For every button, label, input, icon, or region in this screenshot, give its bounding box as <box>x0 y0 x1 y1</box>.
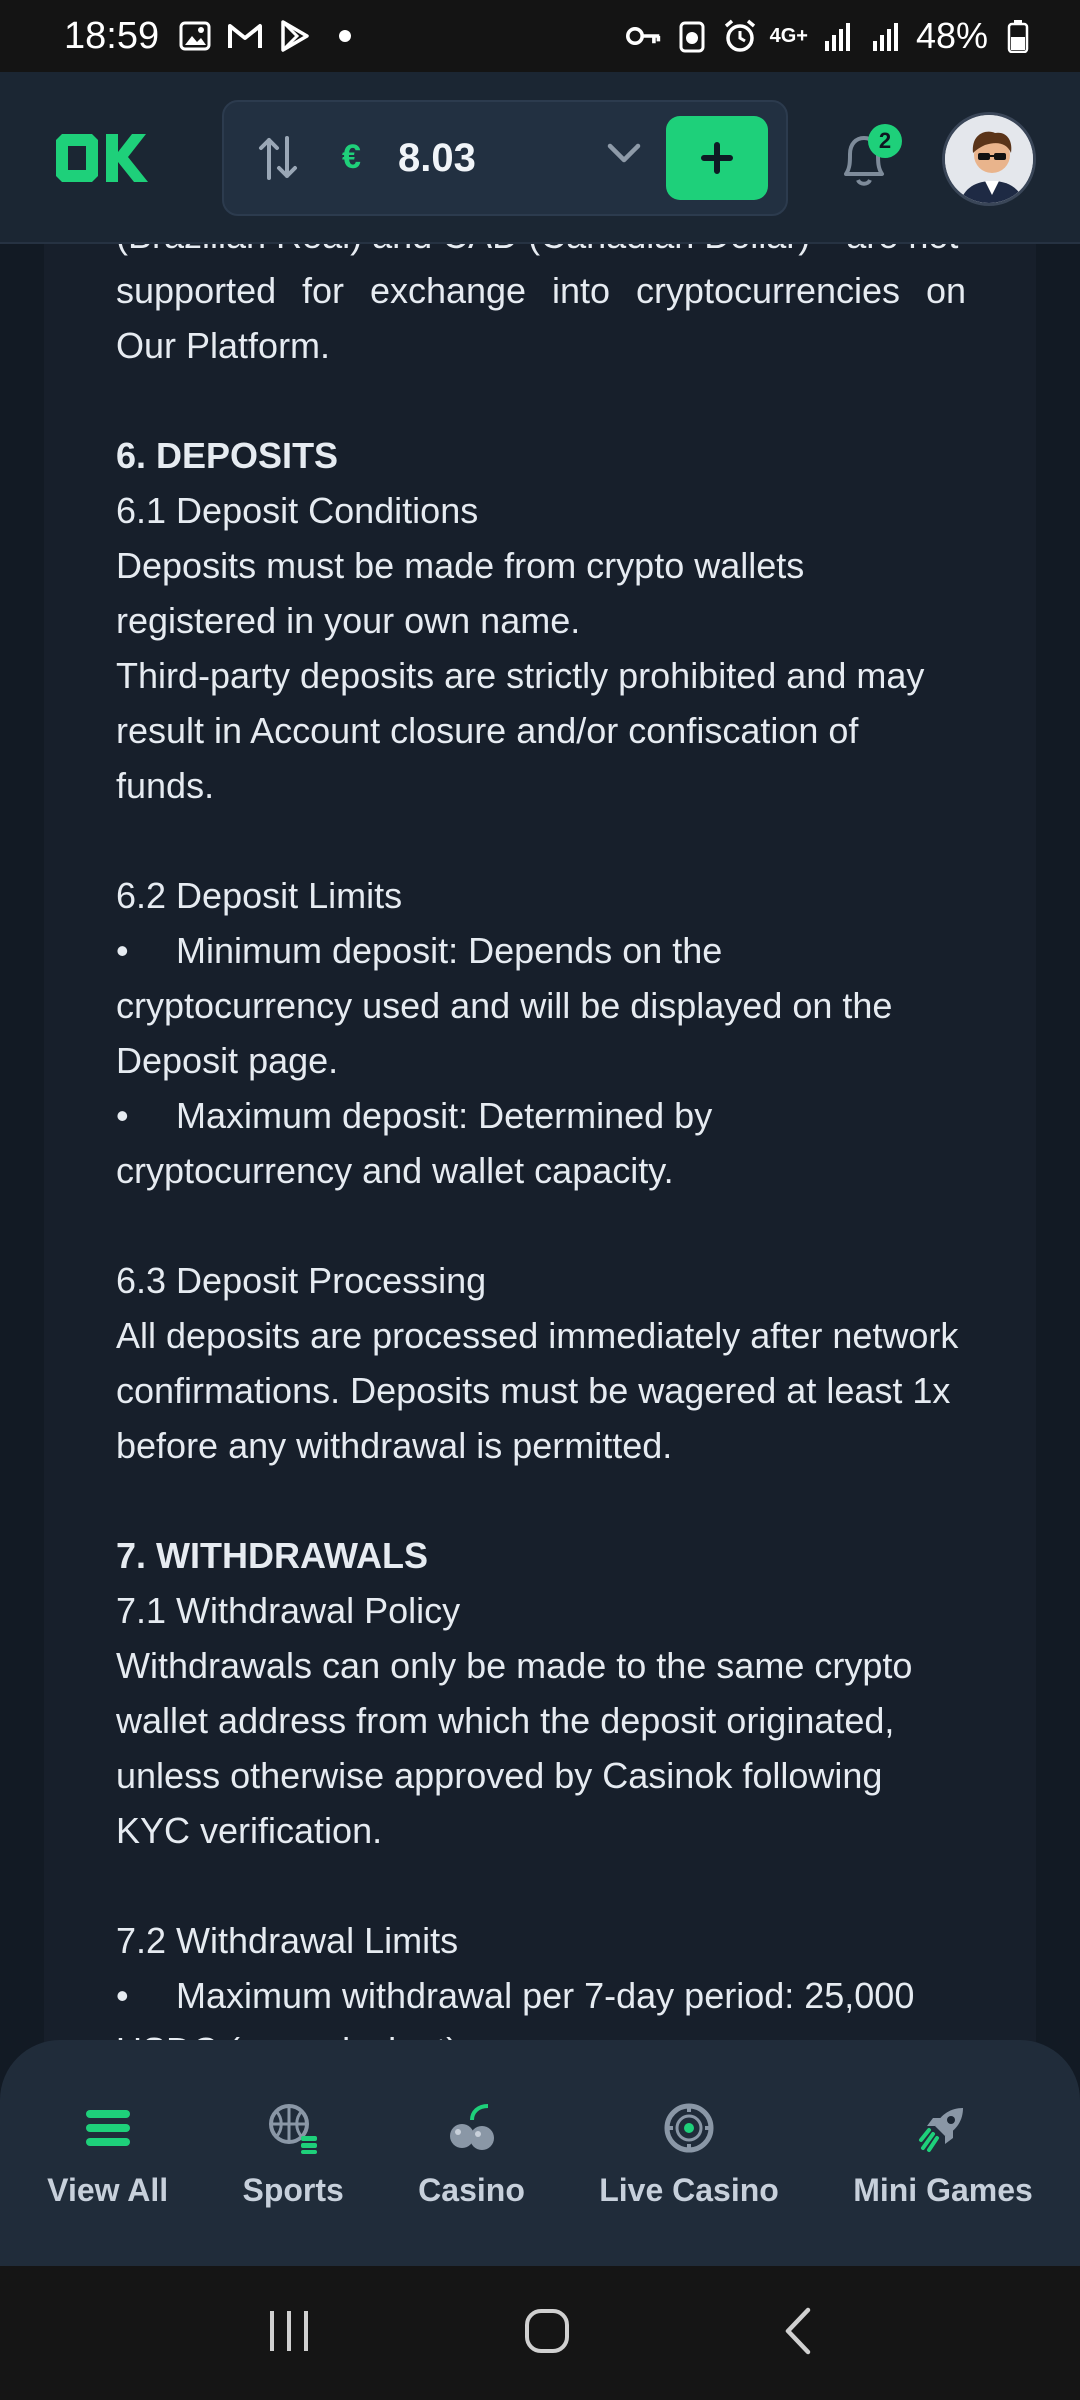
section-heading-deposits: 6. DEPOSITS <box>116 435 339 476</box>
rocket-icon <box>913 2098 973 2158</box>
recycle-icon <box>674 18 710 54</box>
alarm-icon <box>722 18 758 54</box>
sports-icon <box>263 2098 323 2158</box>
nav-label-sports: Sports <box>242 2171 344 2208</box>
plus-icon <box>701 142 733 174</box>
subsection-title-6-2: 6.2 Deposit Limits <box>116 875 403 916</box>
back-icon[interactable] <box>782 2306 814 2361</box>
battery-icon <box>1000 18 1036 54</box>
signal-icon-1 <box>820 18 856 54</box>
app-header: € 8.03 2 <box>0 72 1080 244</box>
vpn-key-icon <box>625 18 662 54</box>
swap-arrows-icon[interactable] <box>258 134 298 187</box>
paragraph-6-1-a: Deposits must be made from crypto wallet… <box>116 545 805 641</box>
subsection-title-6-3: 6.3 Deposit Processing <box>116 1260 487 1301</box>
recent-apps-icon[interactable] <box>266 2309 312 2358</box>
paragraph-6-3: All deposits are processed immediately a… <box>116 1315 959 1466</box>
intro-line-2: supported for exchange into cryptocurren… <box>116 270 966 311</box>
nav-mini-games[interactable]: Mini Games <box>853 2098 1033 2209</box>
terms-content-panel[interactable]: (Brazilian Real) and CAD (Canadian Dolla… <box>44 244 1036 2044</box>
nav-label-live-casino: Live Casino <box>599 2171 779 2208</box>
home-icon[interactable] <box>523 2307 571 2360</box>
intro-line-3: Our Platform. <box>116 325 331 366</box>
user-avatar[interactable] <box>942 112 1036 206</box>
nav-sports[interactable]: Sports <box>242 2098 344 2209</box>
chevron-down-icon[interactable] <box>606 142 642 171</box>
gmail-icon <box>227 18 263 54</box>
nav-label-view-all: View All <box>47 2171 169 2208</box>
list-item-max-withdrawal: Maximum withdrawal per 7-day period: 25,… <box>116 1968 966 2044</box>
gallery-icon <box>177 18 213 54</box>
balance-amount: 8.03 <box>398 136 476 180</box>
notification-icons <box>177 18 363 54</box>
list-item-max-deposit: Maximum deposit: Determined by cryptocur… <box>116 1088 836 1198</box>
paragraph-7-1: Withdrawals can only be made to the same… <box>116 1645 913 1851</box>
signal-icon-2 <box>868 18 904 54</box>
battery-percent: 48% <box>915 15 988 56</box>
intro-line-1: (Brazilian Real) and CAD (Canadian Dolla… <box>116 244 966 263</box>
nav-label-casino: Casino <box>418 2171 525 2208</box>
casinok-logo[interactable] <box>54 130 154 191</box>
live-casino-icon <box>659 2098 719 2158</box>
nav-casino[interactable]: Casino <box>418 2098 525 2209</box>
status-time: 18:59 <box>64 14 160 57</box>
terms-text: (Brazilian Real) and CAD (Canadian Dolla… <box>116 244 966 2044</box>
notification-count-badge: 2 <box>868 124 902 158</box>
paragraph-6-1-b: Third-party deposits are strictly prohib… <box>116 655 925 806</box>
list-item-min-deposit: Minimum deposit: Depends on the cryptocu… <box>116 923 966 1088</box>
menu-icon <box>78 2098 138 2158</box>
subsection-title-7-2: 7.2 Withdrawal Limits <box>116 1920 459 1961</box>
balance-selector[interactable]: € 8.03 <box>222 100 788 216</box>
deposit-button[interactable] <box>666 116 768 200</box>
bottom-navigation: View All Sports Casino Live Casino Mini … <box>0 2040 1080 2266</box>
status-bar: 18:59 4G+ 48% <box>0 0 1080 72</box>
nav-view-all[interactable]: View All <box>47 2098 168 2209</box>
play-store-icon <box>277 18 313 54</box>
euro-currency-icon: € <box>342 138 361 176</box>
more-notifications-dot-icon <box>327 18 363 54</box>
nav-label-mini-games: Mini Games <box>853 2171 1033 2208</box>
system-navigation-bar <box>0 2266 1080 2400</box>
section-heading-withdrawals: 7. WITHDRAWALS <box>116 1535 428 1576</box>
subsection-title-6-1: 6.1 Deposit Conditions <box>116 490 479 531</box>
nav-live-casino[interactable]: Live Casino <box>599 2098 779 2209</box>
casino-icon <box>442 2098 502 2158</box>
system-status: 4G+ 48% <box>625 15 1036 57</box>
network-type-label: 4G+ <box>769 24 808 47</box>
subsection-title-7-1: 7.1 Withdrawal Policy <box>116 1590 461 1631</box>
